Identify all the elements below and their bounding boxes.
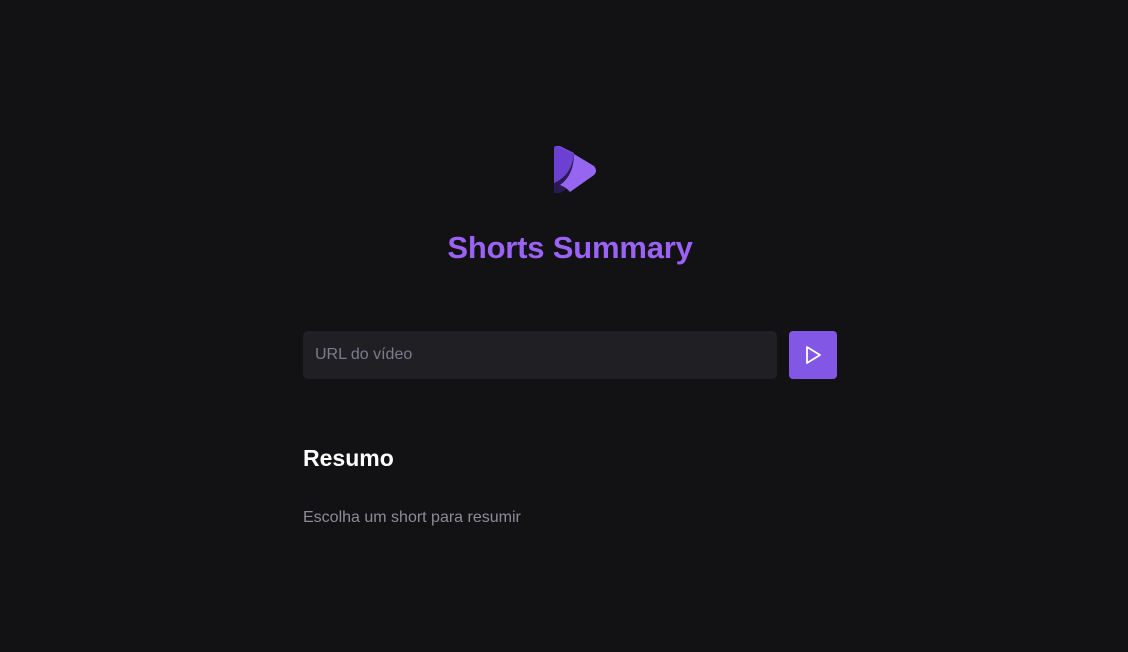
app-page: Shorts Summary Resumo Escolha um short p… <box>0 0 1128 652</box>
video-url-form <box>303 331 837 379</box>
play-logo-icon <box>554 146 596 193</box>
play-icon <box>806 346 821 364</box>
summary-heading: Resumo <box>303 445 394 471</box>
summarize-button[interactable] <box>789 331 837 379</box>
summary-placeholder-text: Escolha um short para resumir <box>303 509 521 526</box>
app-title: Shorts Summary <box>447 229 693 265</box>
video-url-input[interactable] <box>303 331 777 379</box>
